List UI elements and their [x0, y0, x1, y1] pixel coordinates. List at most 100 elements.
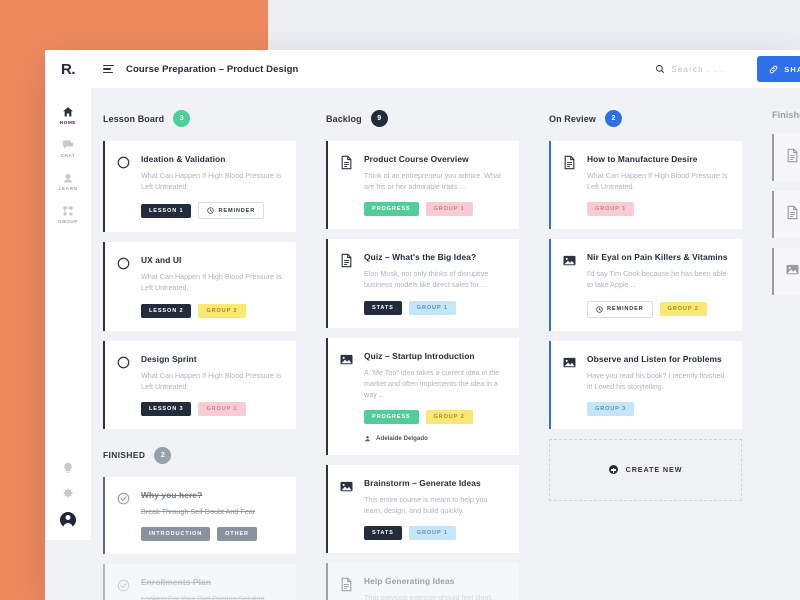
check-circle-icon[interactable] [116, 578, 131, 593]
hamburger-icon[interactable] [103, 64, 114, 74]
board-card[interactable]: Product Course Overview Think of an entr… [326, 141, 519, 230]
search-input[interactable] [671, 64, 744, 74]
home-icon [63, 107, 73, 117]
avatar[interactable] [60, 512, 76, 528]
column-title: On Review [549, 113, 596, 124]
card-description: A "Me Too" idea takes a current idea in … [364, 367, 500, 399]
circle-icon[interactable] [116, 155, 131, 170]
board-card[interactable]: Design Sprint What Can Happen If High Bl… [103, 340, 296, 429]
card-tag[interactable]: REMINDER [198, 202, 265, 220]
sidebar: R. HOME CHAT LEARN GROUP [45, 50, 91, 540]
card-body: Brainstorm – Generate Ideas This entire … [364, 478, 506, 541]
board-card[interactable] [772, 191, 800, 238]
board-card[interactable]: Enrollments Plan Looking For Your Dvd Pr… [103, 564, 296, 600]
card-body: Enrollments Plan Looking For Your Dvd Pr… [141, 577, 283, 600]
card-title: How to Manufacture Desire [587, 154, 698, 164]
board-card[interactable]: Quiz – Startup Introduction A "Me Too" i… [326, 337, 519, 456]
card-icon [785, 204, 800, 225]
column-count-badge: 3 [173, 110, 191, 127]
board-card[interactable] [772, 248, 800, 295]
bulb-icon[interactable] [62, 462, 74, 474]
card-tag[interactable]: LESSON 1 [141, 203, 192, 218]
card-tag-label: GROUP 2 [667, 306, 699, 313]
gear-icon[interactable] [62, 487, 74, 499]
card-description: What Can Happen If High Blood Pressure I… [141, 370, 282, 391]
card-title: Quiz – Startup Introduction [364, 350, 475, 361]
card-title: UX and UI [141, 255, 182, 266]
card-tags: GROUP 3 [587, 401, 729, 416]
sidebar-item-label: LEARN [58, 186, 78, 191]
card-body: Quiz – What's the Big Idea? Elon Musk, n… [364, 252, 506, 315]
card-icon [785, 147, 800, 168]
sidebar-nav: HOME CHAT LEARN GROUP [45, 88, 91, 230]
board-card[interactable]: Help Generating Ideas That previous exer… [326, 563, 519, 600]
board-card[interactable]: Nir Eyal on Pain Killers & Vitamins I'd … [549, 239, 742, 331]
board-card[interactable]: Observe and Listen for Problems Have you… [549, 340, 742, 429]
card-tag[interactable]: PROGRESS [364, 410, 419, 425]
card-tag[interactable]: LESSON 2 [141, 303, 192, 318]
card-tag[interactable]: GROUP 2 [659, 302, 707, 317]
card-description: Looking For Your Dvd Printing Solution [141, 594, 265, 600]
card-tag-label: STATS [372, 530, 394, 537]
card-tag-label: INTRODUCTION [149, 531, 203, 538]
card-tag[interactable]: GROUP 1 [425, 202, 473, 217]
card-tag[interactable]: PROGRESS [364, 202, 419, 217]
card-tag[interactable]: STATS [364, 300, 402, 315]
sidebar-item-chat[interactable]: CHAT [45, 131, 91, 164]
card-description: I'd say Tim Cook because he has been abl… [587, 269, 727, 290]
board-card[interactable]: How to Manufacture Desire What Can Happe… [549, 141, 742, 230]
card-tags: INTRODUCTION OTHER [141, 527, 283, 542]
card-body: Quiz – Startup Introduction A "Me Too" i… [364, 351, 506, 442]
card-tag[interactable]: OTHER [217, 527, 257, 542]
card-tag-label: GROUP 1 [416, 530, 448, 537]
card-tag[interactable]: GROUP 1 [408, 300, 456, 315]
sidebar-item-learn[interactable]: LEARN [45, 164, 91, 197]
board-card[interactable]: Why you here? Break Through Self Doubt A… [103, 476, 296, 555]
app-logo[interactable]: R. [45, 50, 91, 88]
document-icon [341, 578, 352, 592]
share-button[interactable]: SHARE [757, 56, 800, 82]
group-icon [63, 206, 73, 216]
circle-icon[interactable] [116, 256, 131, 271]
card-tag[interactable]: GROUP 3 [587, 401, 635, 416]
card-description: Have you read his book? I recently finis… [587, 370, 725, 391]
card-tag[interactable]: GROUP 2 [425, 410, 473, 425]
card-tag-label: GROUP 2 [206, 307, 238, 314]
column-count-badge: 9 [370, 110, 388, 127]
image-icon [786, 264, 799, 275]
create-new-button[interactable]: CREATE NEW [549, 438, 742, 501]
card-tag[interactable]: GROUP 2 [198, 303, 246, 318]
check-circle-icon[interactable] [116, 491, 131, 506]
card-tag[interactable]: LESSON 3 [141, 401, 192, 416]
card-description: What Can Happen If High Blood Pressure I… [141, 272, 282, 293]
board-card[interactable]: Quiz – What's the Big Idea? Elon Musk, n… [326, 239, 519, 328]
sidebar-item-group[interactable]: GROUP [45, 197, 91, 230]
finished-section-header: FINISHED 2 [103, 446, 296, 464]
card-tags: PROGRESS GROUP 1 [364, 202, 506, 217]
search-box[interactable] [655, 64, 744, 74]
card-tag-label: PROGRESS [372, 414, 411, 421]
card-tag[interactable]: INTRODUCTION [141, 527, 211, 542]
card-body: How to Manufacture Desire What Can Happe… [587, 154, 729, 217]
card-tag[interactable]: GROUP 1 [587, 202, 635, 217]
sidebar-item-label: HOME [59, 120, 77, 125]
card-title: Product Course Overview [364, 154, 469, 164]
card-body: Nir Eyal on Pain Killers & Vitamins I'd … [587, 252, 729, 318]
kanban-board[interactable]: Lesson Board 3 Ideation & Validation What… [91, 88, 800, 600]
board-card[interactable]: Brainstorm – Generate Ideas This entire … [326, 465, 519, 554]
board-card[interactable]: UX and UI What Can Happen If High Blood … [103, 242, 296, 331]
card-tag-label: GROUP 1 [433, 206, 465, 213]
card-tag[interactable]: GROUP 1 [408, 526, 456, 541]
card-description: Elon Musk, not only thinks of disruptive… [364, 269, 489, 290]
circle-icon[interactable] [116, 355, 131, 370]
card-description: What Can Happen If High Blood Pressure I… [141, 171, 282, 192]
card-tag[interactable]: STATS [364, 526, 402, 541]
card-icon [339, 351, 354, 442]
card-tags: STATS GROUP 1 [364, 526, 506, 541]
card-tag[interactable]: REMINDER [587, 300, 653, 318]
image-icon [340, 481, 353, 492]
board-card[interactable]: Ideation & Validation What Can Happen If… [103, 141, 296, 233]
board-card[interactable] [772, 134, 800, 181]
sidebar-item-home[interactable]: HOME [45, 98, 91, 131]
card-tag[interactable]: GROUP 1 [198, 401, 246, 416]
